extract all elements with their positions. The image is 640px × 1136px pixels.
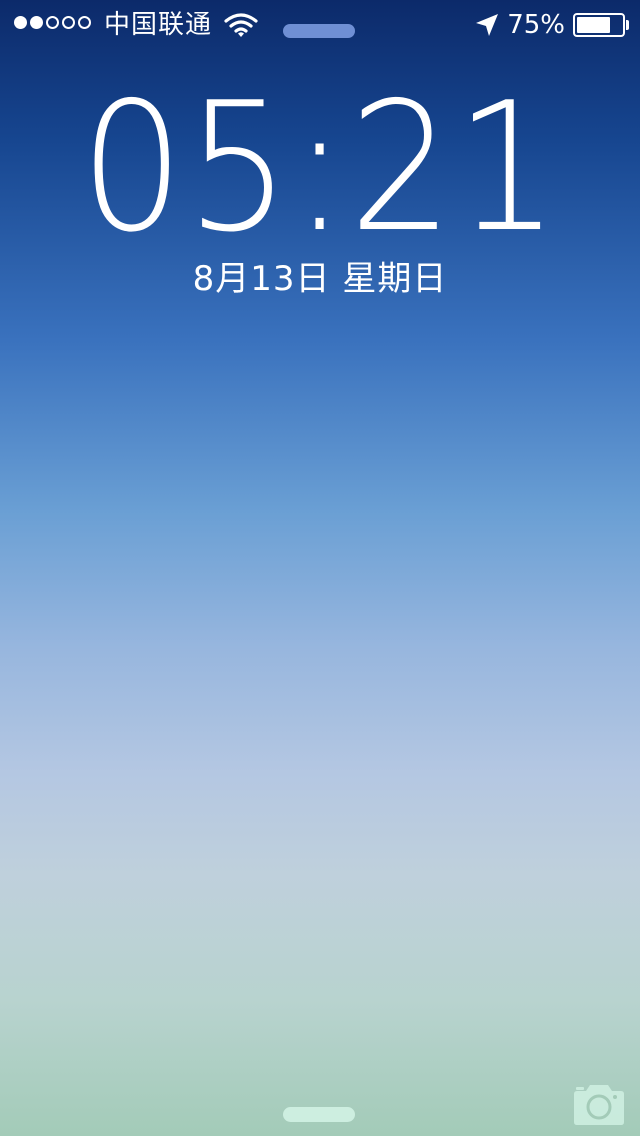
battery-tip xyxy=(626,20,629,30)
signal-dot xyxy=(46,16,59,29)
notification-center-grabber[interactable] xyxy=(283,24,355,38)
signal-dot xyxy=(78,16,91,29)
battery-percentage: 75% xyxy=(507,10,565,40)
signal-strength-indicator xyxy=(14,16,91,29)
control-center-grabber[interactable] xyxy=(283,1107,355,1122)
signal-dot xyxy=(30,16,43,29)
lock-screen-time: 05:21 xyxy=(0,78,640,258)
location-arrow-icon xyxy=(476,14,498,36)
signal-dot xyxy=(14,16,27,29)
battery-level-fill xyxy=(577,17,610,33)
wifi-icon xyxy=(224,13,258,37)
lock-screen-date: 8月13日 星期日 xyxy=(192,259,448,299)
carrier-name: 中国联通 xyxy=(104,10,213,40)
battery-icon xyxy=(573,13,625,37)
signal-dot xyxy=(62,16,75,29)
status-bar: 中国联通 75% xyxy=(0,0,640,50)
time-text: 05:21 xyxy=(79,64,561,271)
camera-icon[interactable] xyxy=(570,1082,628,1128)
